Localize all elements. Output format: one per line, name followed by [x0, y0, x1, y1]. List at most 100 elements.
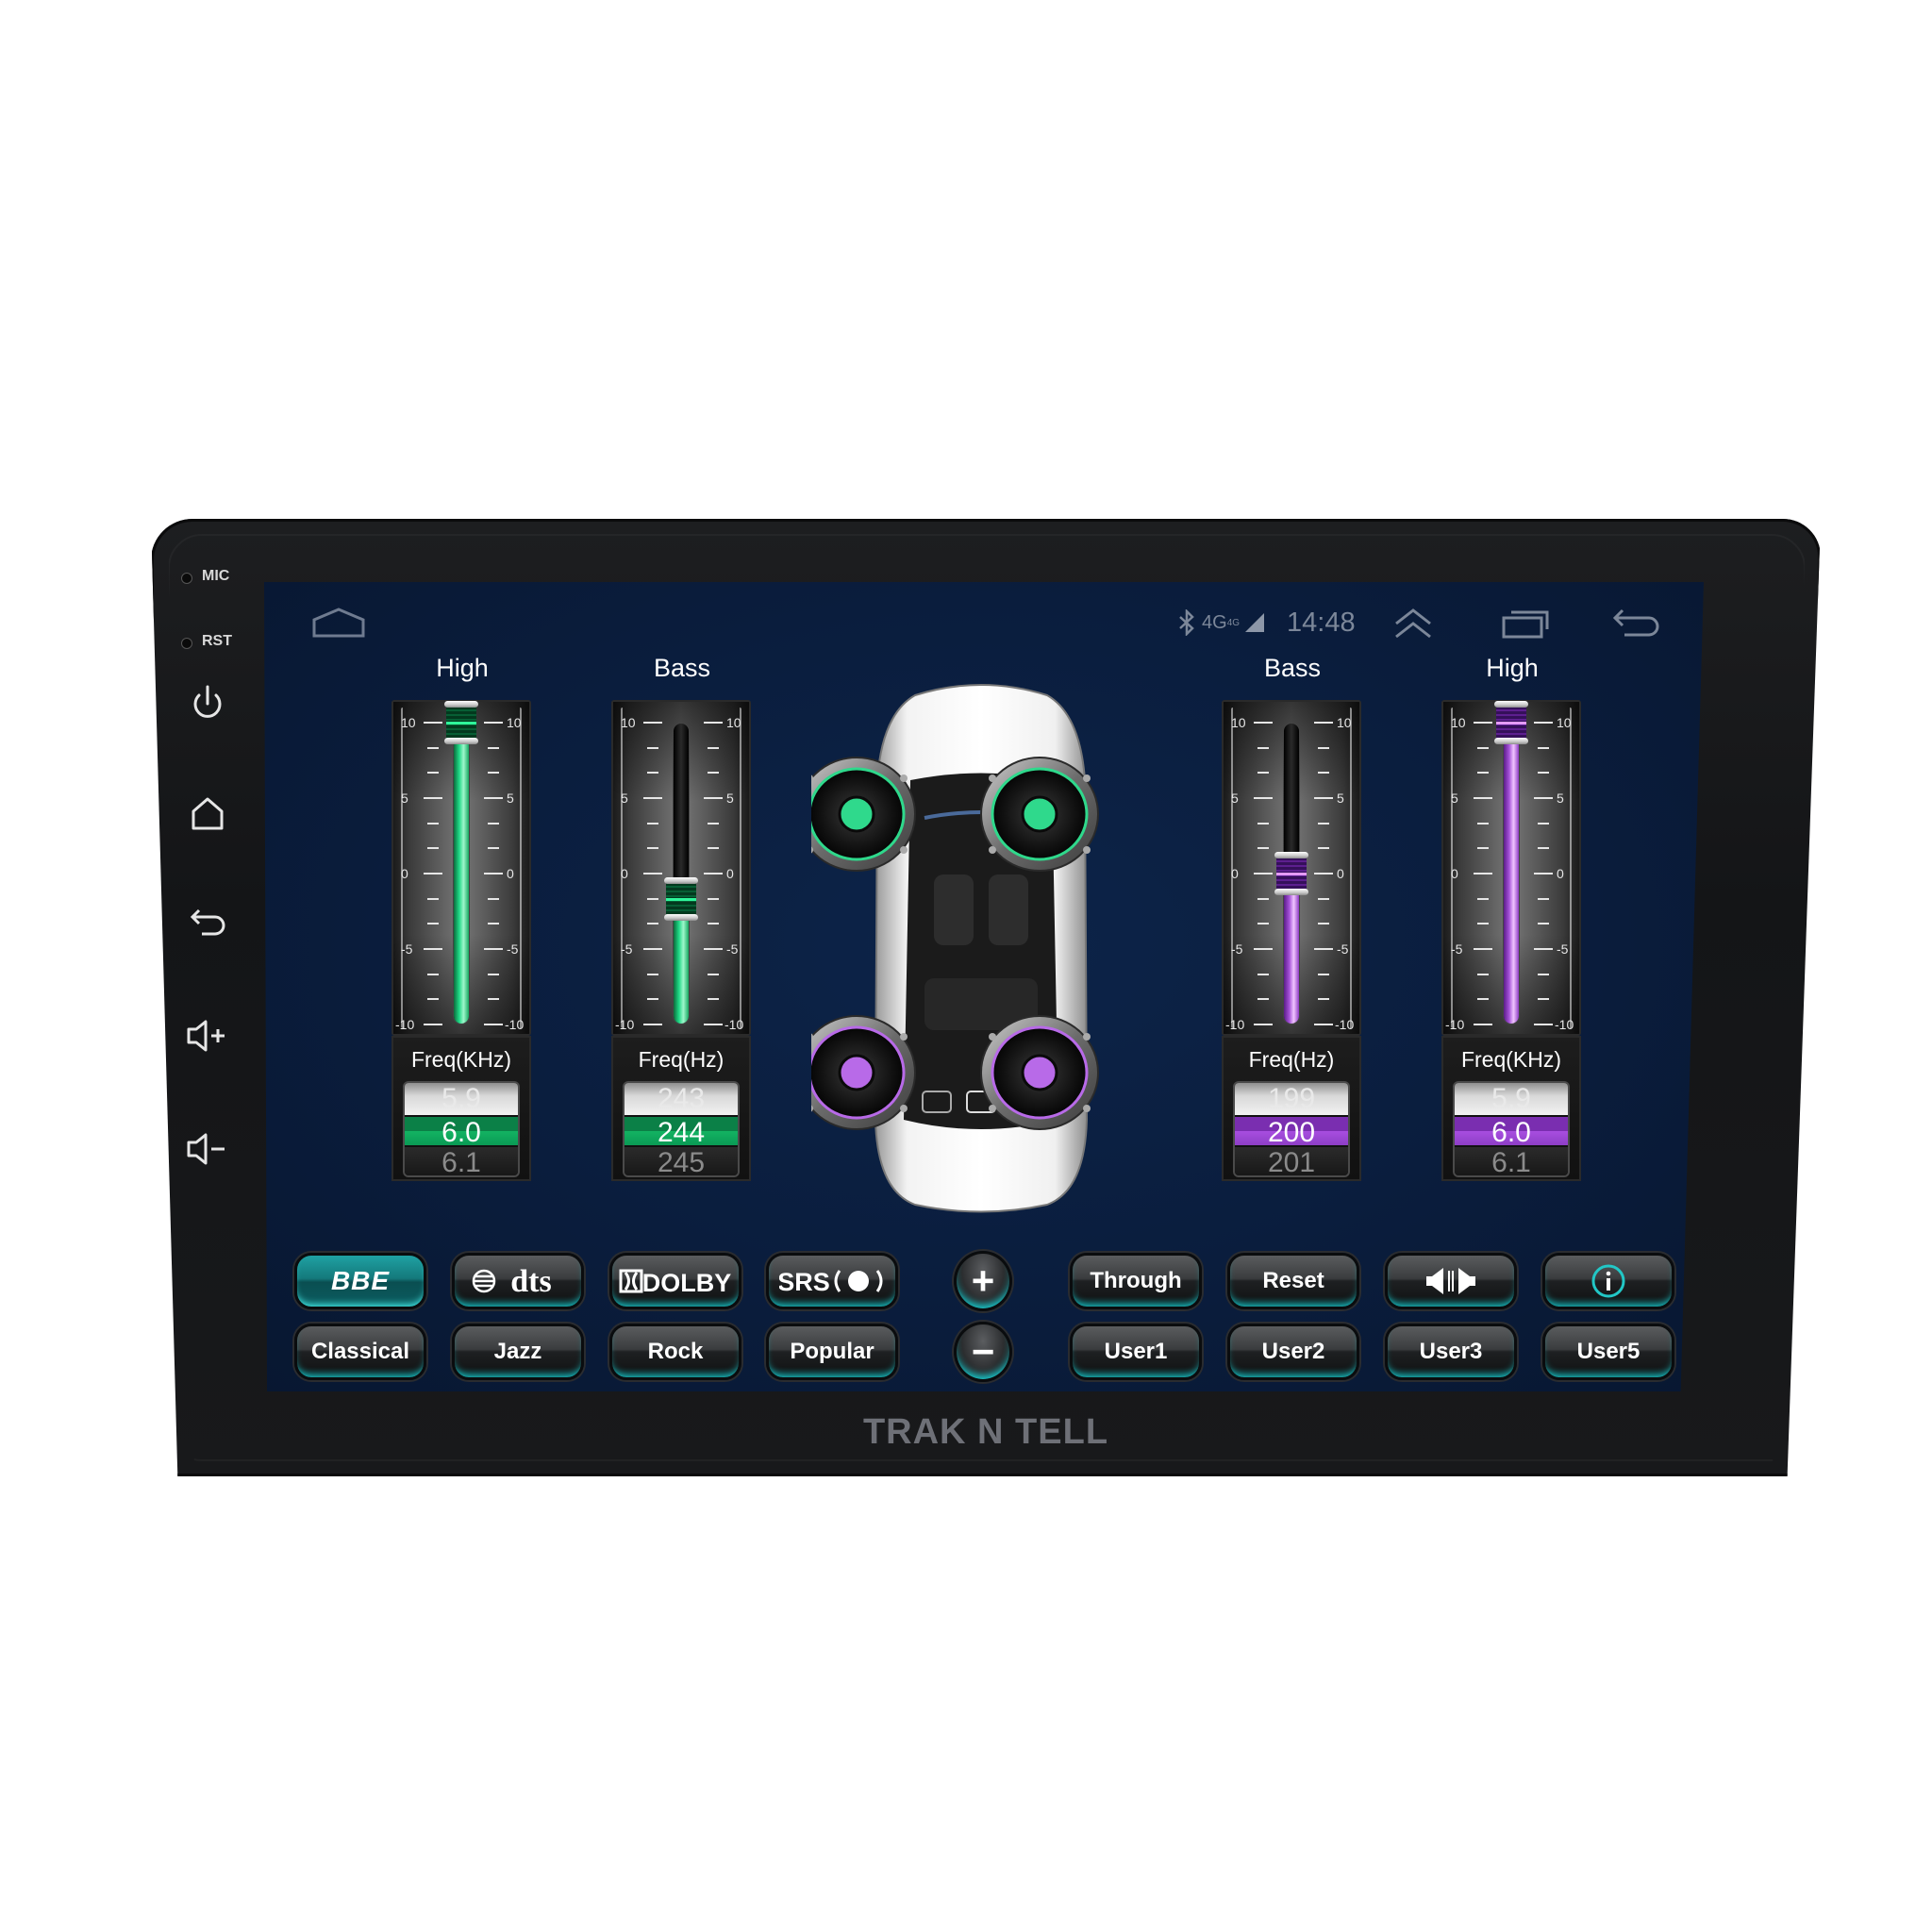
- volume-down-icon[interactable]: [185, 1126, 230, 1172]
- frequency-picker[interactable]: 5.9 6.0 6.1: [1453, 1081, 1570, 1177]
- network-type: 4G 4G: [1202, 599, 1240, 646]
- slider-track[interactable]: [1503, 722, 1520, 1024]
- slider-thumb[interactable]: [1494, 701, 1528, 744]
- slider-thumb[interactable]: [664, 877, 698, 922]
- volume-up-icon[interactable]: [185, 1013, 230, 1058]
- scale-tick: [424, 1024, 442, 1025]
- scale-label-right: -10: [505, 1017, 525, 1032]
- frequency-label: Freq(KHz): [410, 1047, 512, 1072]
- reset-hole[interactable]: [181, 638, 192, 649]
- button-label: User2: [1261, 1339, 1325, 1364]
- frequency-label: Freq(Hz): [1248, 1047, 1335, 1072]
- bbe-button[interactable]: BBE: [294, 1253, 426, 1309]
- frequency-prev[interactable]: 243: [625, 1083, 738, 1115]
- scale-tick: [1534, 1024, 1553, 1025]
- scale-label-left: -10: [1445, 1017, 1465, 1032]
- popular-button[interactable]: Popular: [766, 1324, 898, 1380]
- frequency-next[interactable]: 245: [625, 1147, 738, 1175]
- dts-button[interactable]: dts: [452, 1253, 584, 1309]
- frequency-prev[interactable]: 199: [1235, 1083, 1348, 1115]
- minus-button[interactable]: −: [954, 1322, 1012, 1382]
- scale-tick: [647, 772, 658, 774]
- scale-tick: [1257, 998, 1269, 1001]
- speaker-rear-left[interactable]: [797, 1015, 916, 1130]
- rock-button[interactable]: Rock: [609, 1324, 741, 1380]
- back-icon[interactable]: [185, 900, 230, 945]
- double-chevron-up-icon[interactable]: [1392, 599, 1434, 646]
- scale-label-left: -10: [1225, 1017, 1245, 1032]
- frequency-picker[interactable]: 199 200 201: [1233, 1081, 1350, 1177]
- slider-thumb[interactable]: [444, 701, 478, 744]
- button-label: Reset: [1262, 1268, 1324, 1293]
- gain-slider[interactable]: 10 10 5 5 0 0 -5 -5 -10 -10: [391, 700, 531, 1036]
- scale-label-right: 0: [1557, 866, 1564, 881]
- scale-tick: [1477, 998, 1489, 1001]
- frequency-picker[interactable]: 243 244 245: [623, 1081, 740, 1177]
- button-label: Classical: [310, 1339, 410, 1364]
- slider-fill: [1284, 873, 1299, 1024]
- classical-button[interactable]: Classical: [294, 1324, 426, 1380]
- frequency-prev[interactable]: 5.9: [1455, 1083, 1568, 1115]
- frequency-selected[interactable]: 200: [1235, 1115, 1348, 1148]
- frequency-prev[interactable]: 5.9: [405, 1083, 518, 1115]
- user1-button[interactable]: User1: [1070, 1324, 1202, 1380]
- recent-apps-icon[interactable]: [1502, 599, 1549, 646]
- scale-tick: [647, 746, 658, 749]
- scale-tick: [1318, 897, 1329, 900]
- info-button[interactable]: [1542, 1253, 1674, 1309]
- reset-button[interactable]: Reset: [1227, 1253, 1359, 1309]
- back-nav-icon[interactable]: [1611, 599, 1660, 646]
- scale-tick: [1538, 746, 1549, 749]
- speaker-front-right[interactable]: [980, 757, 1099, 872]
- slider-track[interactable]: [673, 723, 690, 1024]
- scale-tick: [1257, 772, 1269, 774]
- scale-tick: [647, 973, 658, 975]
- speaker-rear-right[interactable]: [980, 1015, 1099, 1130]
- through-button[interactable]: Through: [1070, 1253, 1202, 1309]
- scale-tick: [708, 772, 719, 774]
- balance-button[interactable]: [1385, 1253, 1517, 1309]
- scale-tick: [647, 897, 658, 900]
- home-outline-icon[interactable]: [311, 599, 366, 646]
- user5-button[interactable]: User5: [1542, 1324, 1674, 1380]
- jazz-button[interactable]: Jazz: [452, 1324, 584, 1380]
- user2-button[interactable]: User2: [1227, 1324, 1359, 1380]
- thumb-cap: [1494, 738, 1528, 744]
- frequency-selected[interactable]: 6.0: [1455, 1115, 1568, 1148]
- scale-tick: [488, 998, 499, 1001]
- scale-tick: [1318, 973, 1329, 975]
- scale-label-right: 0: [726, 866, 734, 881]
- gain-slider[interactable]: 10 10 5 5 0 0 -5 -5 -10 -10: [611, 700, 751, 1036]
- slider-track[interactable]: [453, 722, 470, 1024]
- scale-label-right: 5: [1337, 791, 1344, 806]
- frequency-selected[interactable]: 6.0: [405, 1115, 518, 1148]
- scale-tick: [1477, 973, 1489, 975]
- scale-tick: [488, 772, 499, 774]
- frequency-selected[interactable]: 244: [625, 1115, 738, 1148]
- frequency-picker[interactable]: 5.9 6.0 6.1: [403, 1081, 520, 1177]
- scale-label-right: -5: [1557, 941, 1569, 957]
- plus-button[interactable]: +: [954, 1251, 1012, 1311]
- power-icon[interactable]: [185, 681, 230, 726]
- home-icon[interactable]: [185, 791, 230, 836]
- scale-tick: [488, 847, 499, 850]
- scale-label-right: -10: [1555, 1017, 1574, 1032]
- gain-slider[interactable]: 10 10 5 5 0 0 -5 -5 -10 -10: [1441, 700, 1581, 1036]
- frequency-next[interactable]: 6.1: [1455, 1147, 1568, 1175]
- frequency-next[interactable]: 6.1: [405, 1147, 518, 1175]
- speaker-front-left[interactable]: [797, 757, 916, 872]
- bluetooth-icon: [1177, 599, 1196, 646]
- srs-button[interactable]: SRS: [766, 1253, 898, 1309]
- thumb-line: [1276, 873, 1307, 875]
- slider-thumb[interactable]: [1274, 852, 1308, 895]
- scale-tick: [647, 847, 658, 850]
- rst-label: RST: [202, 633, 232, 649]
- frequency-next[interactable]: 201: [1235, 1147, 1348, 1175]
- gain-slider[interactable]: 10 10 5 5 0 0 -5 -5 -10 -10: [1222, 700, 1361, 1036]
- scale-label-right: -5: [726, 941, 739, 957]
- user3-button[interactable]: User3: [1385, 1324, 1517, 1380]
- brand-logo: TRAK N TELL: [862, 1412, 1109, 1452]
- scale-tick: [427, 973, 439, 975]
- dolby-button[interactable]: DOLBY: [609, 1253, 741, 1309]
- thumb-cap: [444, 738, 478, 744]
